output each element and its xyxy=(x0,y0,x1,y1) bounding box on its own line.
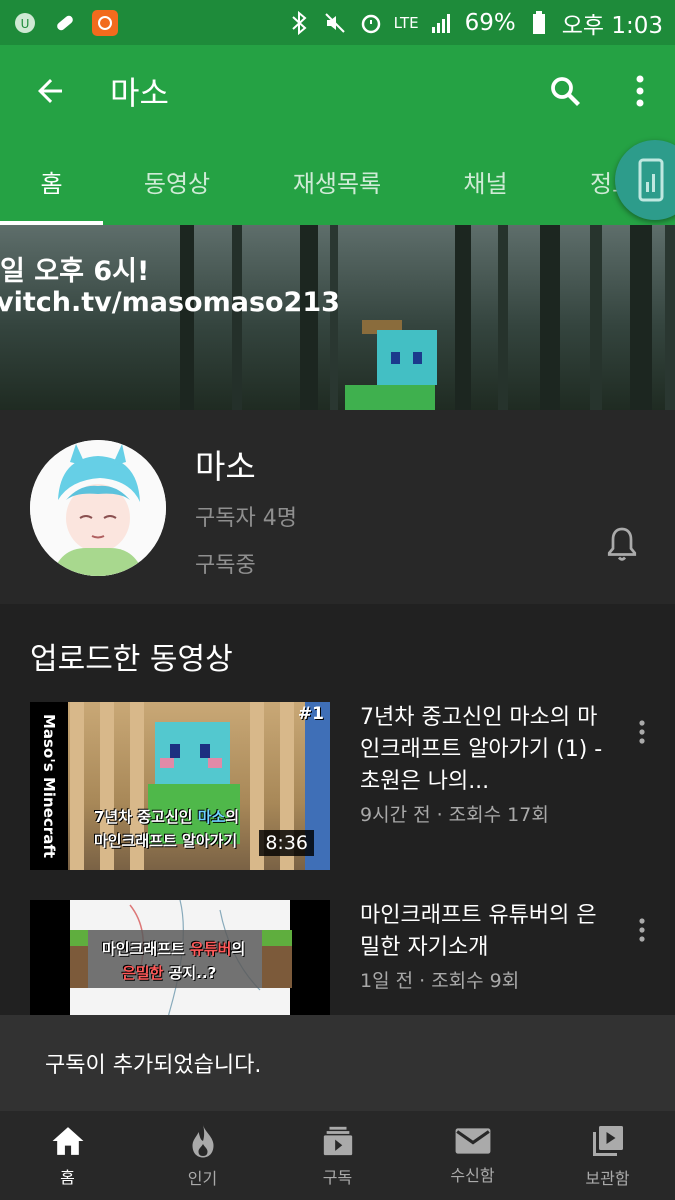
nav-label: 인기 xyxy=(187,1168,218,1188)
channel-name: 마소 xyxy=(195,447,256,486)
network-indicator: LTE xyxy=(393,13,419,32)
snackbar: 구독이 추가되었습니다. xyxy=(0,1015,675,1111)
mute-icon xyxy=(322,10,348,36)
thumbnail-caption: 마인크래프트 유튜버의 xyxy=(102,940,246,958)
video-item[interactable]: Maso's Minecraft #1 7년차 중고신인 마소의 마인크래프트 … xyxy=(0,702,675,872)
more-vert-icon xyxy=(639,720,645,744)
recorder-icon xyxy=(92,9,118,36)
thumbnail-caption-line2: 마인크래프트 알아가기 xyxy=(94,832,238,850)
tab-videos[interactable]: 동영상 xyxy=(103,137,251,225)
video-more-button[interactable] xyxy=(628,910,656,950)
banner-text-url: vitch.tv/masomaso213 xyxy=(0,287,340,318)
video-title[interactable]: 7년차 중고신인 마소의 마인크래프트 알아가기 (1) - 초원은 나의... xyxy=(360,702,610,798)
video-thumbnail[interactable]: Maso's Minecraft #1 7년차 중고신인 마소의 마인크래프트 … xyxy=(30,702,330,870)
episode-badge: #1 xyxy=(297,704,324,724)
more-options-button[interactable] xyxy=(605,45,675,137)
subscribed-button[interactable]: 구독중 xyxy=(195,547,256,579)
search-button[interactable] xyxy=(525,45,605,137)
thumbnail-caption: 7년차 중고신인 마소의 xyxy=(94,808,240,826)
banner-text-schedule: 일 오후 6시! xyxy=(0,256,150,287)
nav-label: 구독 xyxy=(322,1167,353,1187)
bluetooth-icon xyxy=(286,10,312,36)
library-icon xyxy=(592,1125,623,1156)
tab-playlists[interactable]: 재생목록 xyxy=(251,137,423,225)
stats-widget-icon xyxy=(638,158,664,202)
battery-icon xyxy=(526,10,552,36)
svg-text:U: U xyxy=(21,17,30,31)
subscriber-count: 구독자 4명 xyxy=(195,506,297,531)
section-title: 업로드한 동영상 xyxy=(30,642,233,677)
thumbnail-side-label: Maso's Minecraft xyxy=(30,702,68,870)
subscriptions-icon xyxy=(323,1126,352,1155)
tab-channels[interactable]: 채널 xyxy=(423,137,548,225)
thumbnail-caption-line2: 은밀한 공지..? xyxy=(122,964,217,982)
bell-icon xyxy=(607,527,637,561)
tab-home[interactable]: 홈 xyxy=(0,137,103,225)
nav-home[interactable]: 홈 xyxy=(0,1111,135,1200)
nav-label: 홈 xyxy=(60,1167,75,1187)
nav-trending[interactable]: 인기 xyxy=(135,1111,270,1200)
fire-icon xyxy=(192,1124,213,1157)
pill-icon xyxy=(52,10,78,36)
video-meta: 1일 전 · 조회수 9회 xyxy=(360,970,520,992)
video-title[interactable]: 마인크래프트 유튜버의 은밀한 자기소개 xyxy=(360,900,610,964)
snackbar-message: 구독이 추가되었습니다. xyxy=(45,1053,262,1078)
search-icon xyxy=(551,77,580,106)
nav-label: 수신함 xyxy=(450,1165,495,1185)
home-icon xyxy=(52,1126,83,1155)
alarm-icon xyxy=(358,10,384,36)
video-meta: 9시간 전 · 조회수 17회 xyxy=(360,804,549,826)
banner-character xyxy=(377,330,437,385)
page-title: 마소 xyxy=(110,74,169,112)
clock: 오후 1:03 xyxy=(561,12,663,39)
notification-bell-button[interactable] xyxy=(600,522,644,566)
back-button[interactable] xyxy=(0,45,100,137)
signal-icon xyxy=(429,10,455,36)
nav-library[interactable]: 보관함 xyxy=(540,1111,675,1200)
bottom-navigation: 홈 인기 구독 수신함 보관함 xyxy=(0,1111,675,1200)
battery-percent: 69% xyxy=(464,9,516,36)
status-bar: U LTE 69% 오후 1:03 xyxy=(0,0,675,45)
video-more-button[interactable] xyxy=(628,712,656,752)
app-bar: 마소 xyxy=(0,45,675,137)
channel-banner: 일 오후 6시! vitch.tv/masomaso213 xyxy=(0,225,675,410)
app-notification-icon: U xyxy=(12,10,38,36)
nav-subscriptions[interactable]: 구독 xyxy=(270,1111,405,1200)
mail-icon xyxy=(455,1127,490,1154)
channel-header: 마소 구독자 4명 구독중 xyxy=(0,410,675,604)
nav-inbox[interactable]: 수신함 xyxy=(405,1111,540,1200)
arrow-left-icon xyxy=(38,79,62,103)
avatar[interactable] xyxy=(30,440,166,576)
video-duration: 8:36 xyxy=(259,830,314,856)
channel-tabs: 홈 동영상 재생목록 채널 정보 xyxy=(0,137,675,225)
nav-label: 보관함 xyxy=(585,1168,630,1188)
more-vert-icon xyxy=(636,75,644,107)
more-vert-icon xyxy=(639,918,645,942)
